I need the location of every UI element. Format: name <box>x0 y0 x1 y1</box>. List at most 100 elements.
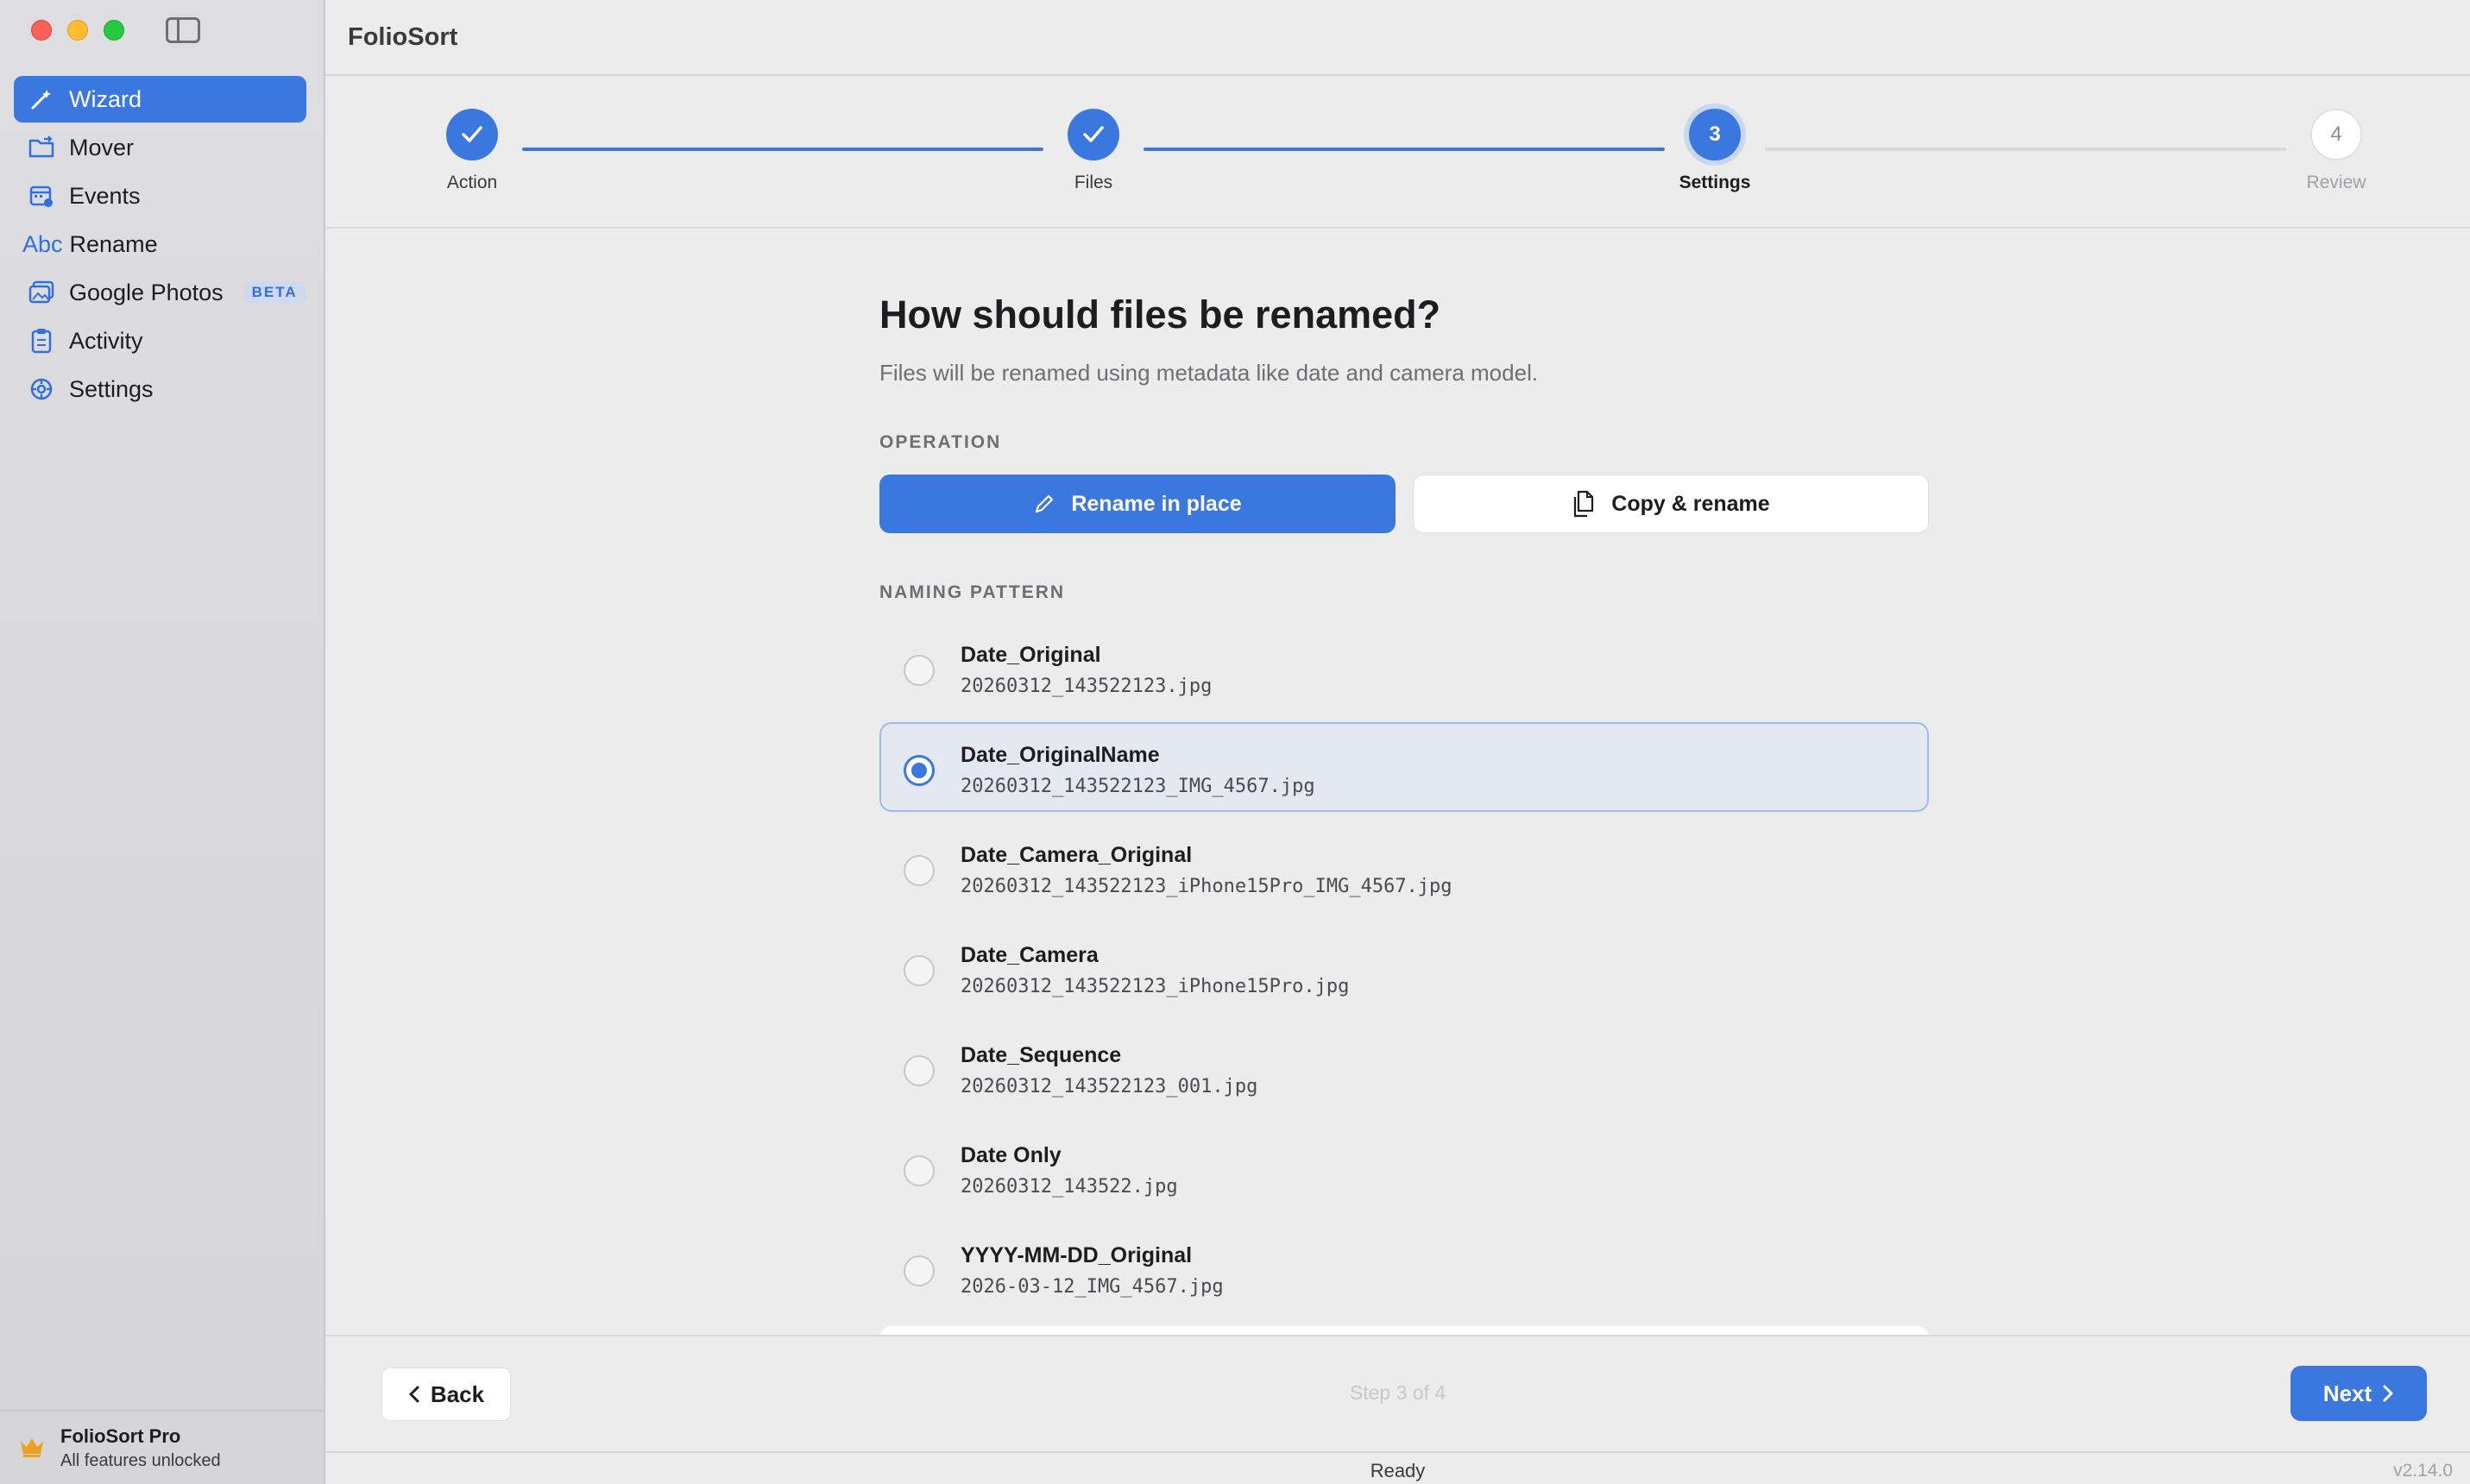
step-number: 4 <box>2310 109 2362 160</box>
pattern-example: 20260312_143522123_001.jpg <box>961 1076 1258 1097</box>
operation-section-label: OPERATION <box>879 432 1002 452</box>
pattern-option-date-original[interactable]: Date_Original 20260312_143522123.jpg <box>879 622 1929 712</box>
pattern-name: Date_OriginalName <box>961 743 1160 767</box>
wizard-footer: Back Step 3 of 4 Next <box>325 1335 2470 1450</box>
abc-text-icon: Abc <box>22 230 63 257</box>
step-files[interactable]: Files <box>1024 109 1163 193</box>
sidebar: Wizard Mover Events Abc Rename Google Ph… <box>0 0 325 1484</box>
sidebar-item-rename[interactable]: Abc Rename <box>14 221 306 267</box>
pattern-name: YYYY-MM-DD_Original <box>961 1243 1193 1267</box>
settings-scroll-area[interactable]: How should files be renamed? Files will … <box>325 230 2470 1335</box>
pattern-example: 20260312_143522.jpg <box>961 1176 1178 1198</box>
radio-button[interactable] <box>904 655 935 686</box>
pattern-name: Date_Sequence <box>961 1043 1122 1067</box>
pencil-icon <box>1033 493 1055 515</box>
chevron-right-icon <box>2382 1384 2394 1403</box>
sidebar-item-label: Mover <box>69 134 135 160</box>
sidebar-item-label: Google Photos <box>69 279 224 305</box>
radio-button[interactable] <box>904 1255 935 1286</box>
magic-wand-icon <box>28 85 55 113</box>
title-bar: FolioSort <box>325 0 2470 76</box>
sidebar-item-label: Wizard <box>69 85 142 112</box>
pattern-option-date-camera[interactable]: Date_Camera 20260312_143522123_iPhone15P… <box>879 922 1929 1012</box>
app-window: Wizard Mover Events Abc Rename Google Ph… <box>0 0 2470 1484</box>
beta-badge: BETA <box>243 281 306 304</box>
radio-button[interactable] <box>904 955 935 986</box>
status-bar: Ready v2.14.0 <box>325 1451 2470 1484</box>
step-connector-2 <box>1144 148 1665 151</box>
window-controls <box>31 20 124 41</box>
step-count: Step 3 of 4 <box>1349 1381 1446 1404</box>
wizard-stepper: Action Files 3 Settings 4 Review <box>325 76 2470 229</box>
sidebar-item-label: Events <box>69 182 141 209</box>
step-label: Action <box>446 173 498 192</box>
next-button[interactable]: Next <box>2290 1366 2427 1421</box>
pattern-name: Date_Original <box>961 643 1101 667</box>
page-title: How should files be renamed? <box>879 292 1441 336</box>
radio-button[interactable] <box>904 1155 935 1186</box>
pattern-option-date-camera-original[interactable]: Date_Camera_Original 20260312_143522123_… <box>879 822 1929 912</box>
page-subtitle: Files will be renamed using metadata lik… <box>879 360 1539 386</box>
step-connector-3 <box>1765 148 2286 151</box>
step-label: Files <box>1074 173 1113 192</box>
pattern-name: Date_Camera_Original <box>961 843 1193 867</box>
pro-status: FolioSort Pro All features unlocked <box>0 1410 324 1484</box>
sidebar-item-mover[interactable]: Mover <box>14 124 306 171</box>
sidebar-item-google-photos[interactable]: Google Photos BETA <box>14 269 306 316</box>
pattern-name: Date_Camera <box>961 943 1099 967</box>
pattern-option-date-sequence[interactable]: Date_Sequence 20260312_143522123_001.jpg <box>879 1022 1929 1112</box>
copy-and-rename-label: Copy & rename <box>1611 491 1770 516</box>
app-title: FolioSort <box>348 22 458 51</box>
photos-icon <box>28 279 55 306</box>
next-label: Next <box>2322 1380 2372 1406</box>
next-section-card <box>879 1326 1929 1335</box>
radio-button-selected[interactable] <box>904 755 935 786</box>
pattern-option-date-originalname[interactable]: Date_OriginalName 20260312_143522123_IMG… <box>879 722 1929 812</box>
radio-button[interactable] <box>904 855 935 886</box>
calendar-icon <box>28 182 55 210</box>
rename-in-place-label: Rename in place <box>1071 491 1242 516</box>
pro-subtitle: All features unlocked <box>60 1450 221 1470</box>
sidebar-nav: Wizard Mover Events Abc Rename Google Ph… <box>14 76 306 414</box>
sidebar-item-label: Settings <box>69 375 154 402</box>
step-review[interactable]: 4 Review <box>2267 109 2405 193</box>
naming-pattern-section-label: NAMING PATTERN <box>879 582 1066 602</box>
pattern-example: 20260312_143522123_iPhone15Pro_IMG_4567.… <box>961 876 1452 897</box>
step-label: Review <box>2306 173 2366 192</box>
minimize-window-button[interactable] <box>67 20 88 41</box>
step-number: 3 <box>1689 109 1741 160</box>
version-label: v2.14.0 <box>2393 1461 2453 1481</box>
zoom-window-button[interactable] <box>104 20 124 41</box>
radio-button[interactable] <box>904 1055 935 1086</box>
pattern-name: Date Only <box>961 1143 1062 1167</box>
step-settings[interactable]: 3 Settings <box>1646 109 1784 193</box>
pattern-example: 20260312_143522123.jpg <box>961 676 1213 697</box>
sidebar-item-wizard[interactable]: Wizard <box>14 76 306 123</box>
pattern-example: 20260312_143522123_iPhone15Pro.jpg <box>961 976 1350 997</box>
pro-title: FolioSort Pro <box>60 1424 181 1447</box>
folder-move-icon <box>28 134 55 161</box>
main-content: FolioSort Action Files 3 Settings 4 Revi… <box>325 0 2470 1484</box>
pattern-example: 20260312_143522123_IMG_4567.jpg <box>961 776 1315 797</box>
sidebar-item-events[interactable]: Events <box>14 173 306 219</box>
step-label: Settings <box>1679 173 1751 192</box>
sidebar-item-activity[interactable]: Activity <box>14 318 306 364</box>
status-text: Ready <box>1370 1460 1426 1481</box>
sidebar-item-label: Rename <box>69 230 158 257</box>
pattern-option-date-only[interactable]: Date Only 20260312_143522.jpg <box>879 1122 1929 1212</box>
step-connector-1 <box>522 148 1043 151</box>
crown-icon <box>19 1435 45 1461</box>
close-window-button[interactable] <box>31 20 52 41</box>
sidebar-toggle-icon[interactable] <box>166 17 200 43</box>
clipboard-icon <box>28 327 55 355</box>
sidebar-item-settings[interactable]: Settings <box>14 366 306 412</box>
copy-and-rename-button[interactable]: Copy & rename <box>1413 475 1929 533</box>
copy-icon <box>1572 490 1596 518</box>
gear-icon <box>28 375 55 403</box>
rename-in-place-button[interactable]: Rename in place <box>879 475 1396 533</box>
checkmark-icon <box>1068 109 1119 160</box>
step-action[interactable]: Action <box>403 109 541 193</box>
sidebar-item-label: Activity <box>69 327 143 354</box>
pattern-option-yyyy-mm-dd-original[interactable]: YYYY-MM-DD_Original 2026-03-12_IMG_4567.… <box>879 1223 1929 1312</box>
pattern-example: 2026-03-12_IMG_4567.jpg <box>961 1276 1224 1298</box>
